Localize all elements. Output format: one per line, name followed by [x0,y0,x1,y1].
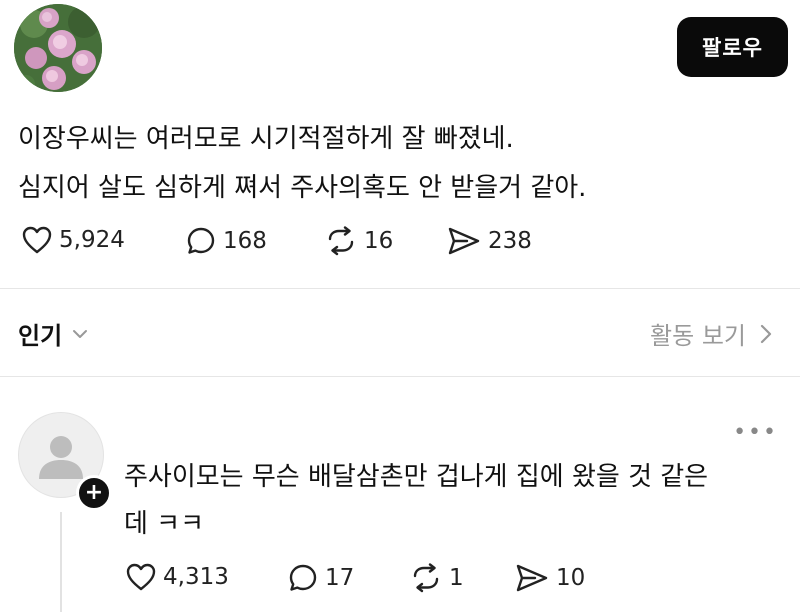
post-text-line-2: 심지어 살도 심하게 쪄서 주사의혹도 안 받을거 같아. [18,173,587,203]
reply-repost-button[interactable]: 1 [410,563,464,593]
comment-icon [187,227,215,254]
chevron-down-icon [73,329,88,338]
repost-icon [413,563,439,593]
post-comment-count: 168 [223,228,267,254]
share-icon [448,227,480,255]
activity-link[interactable]: 활동 보기 [650,316,772,351]
more-icon[interactable]: ••• [733,420,778,445]
follow-plus-icon[interactable]: + [76,475,112,511]
post-share-button[interactable]: 238 [447,226,532,256]
activity-label: 활동 보기 [650,322,746,350]
follow-button[interactable]: 팔로우 [677,17,788,77]
reply-comment-button[interactable]: 17 [288,563,354,593]
post-comment-button[interactable]: 168 [186,226,267,256]
reply-comment-count: 17 [325,565,355,591]
reply-text-line-1: 주사이모는 무슨 배달삼촌만 겁나게 집에 왔을 것 같은 [124,462,709,492]
chevron-right-icon [760,324,772,343]
share-icon [516,564,548,592]
divider [0,376,800,377]
heart-icon [126,563,156,591]
post-repost-button[interactable]: 16 [325,226,393,256]
post-like-count: 5,924 [59,227,125,253]
sort-dropdown[interactable]: 인기 [18,316,88,351]
reply-like-count: 4,313 [163,564,229,590]
post-share-count: 238 [488,228,532,254]
post-like-button[interactable]: 5,924 [22,226,125,254]
comment-icon [289,564,317,591]
reply-share-button[interactable]: 10 [515,563,585,593]
flower-avatar-icon [14,4,102,92]
reply-repost-count: 1 [449,565,464,591]
heart-icon [22,226,52,254]
reply-like-button[interactable]: 4,313 [126,563,229,591]
thread-line [60,512,62,612]
reply-text-line-2: 데 ㅋㅋ [124,509,205,539]
repost-icon [328,226,354,256]
author-avatar[interactable] [14,4,102,92]
sort-label: 인기 [18,322,63,350]
post-text-line-1: 이장우씨는 여러모로 시기적절하게 잘 빠졌네. [18,124,514,154]
reply-share-count: 10 [556,565,586,591]
divider [0,288,800,289]
post-repost-count: 16 [364,228,394,254]
